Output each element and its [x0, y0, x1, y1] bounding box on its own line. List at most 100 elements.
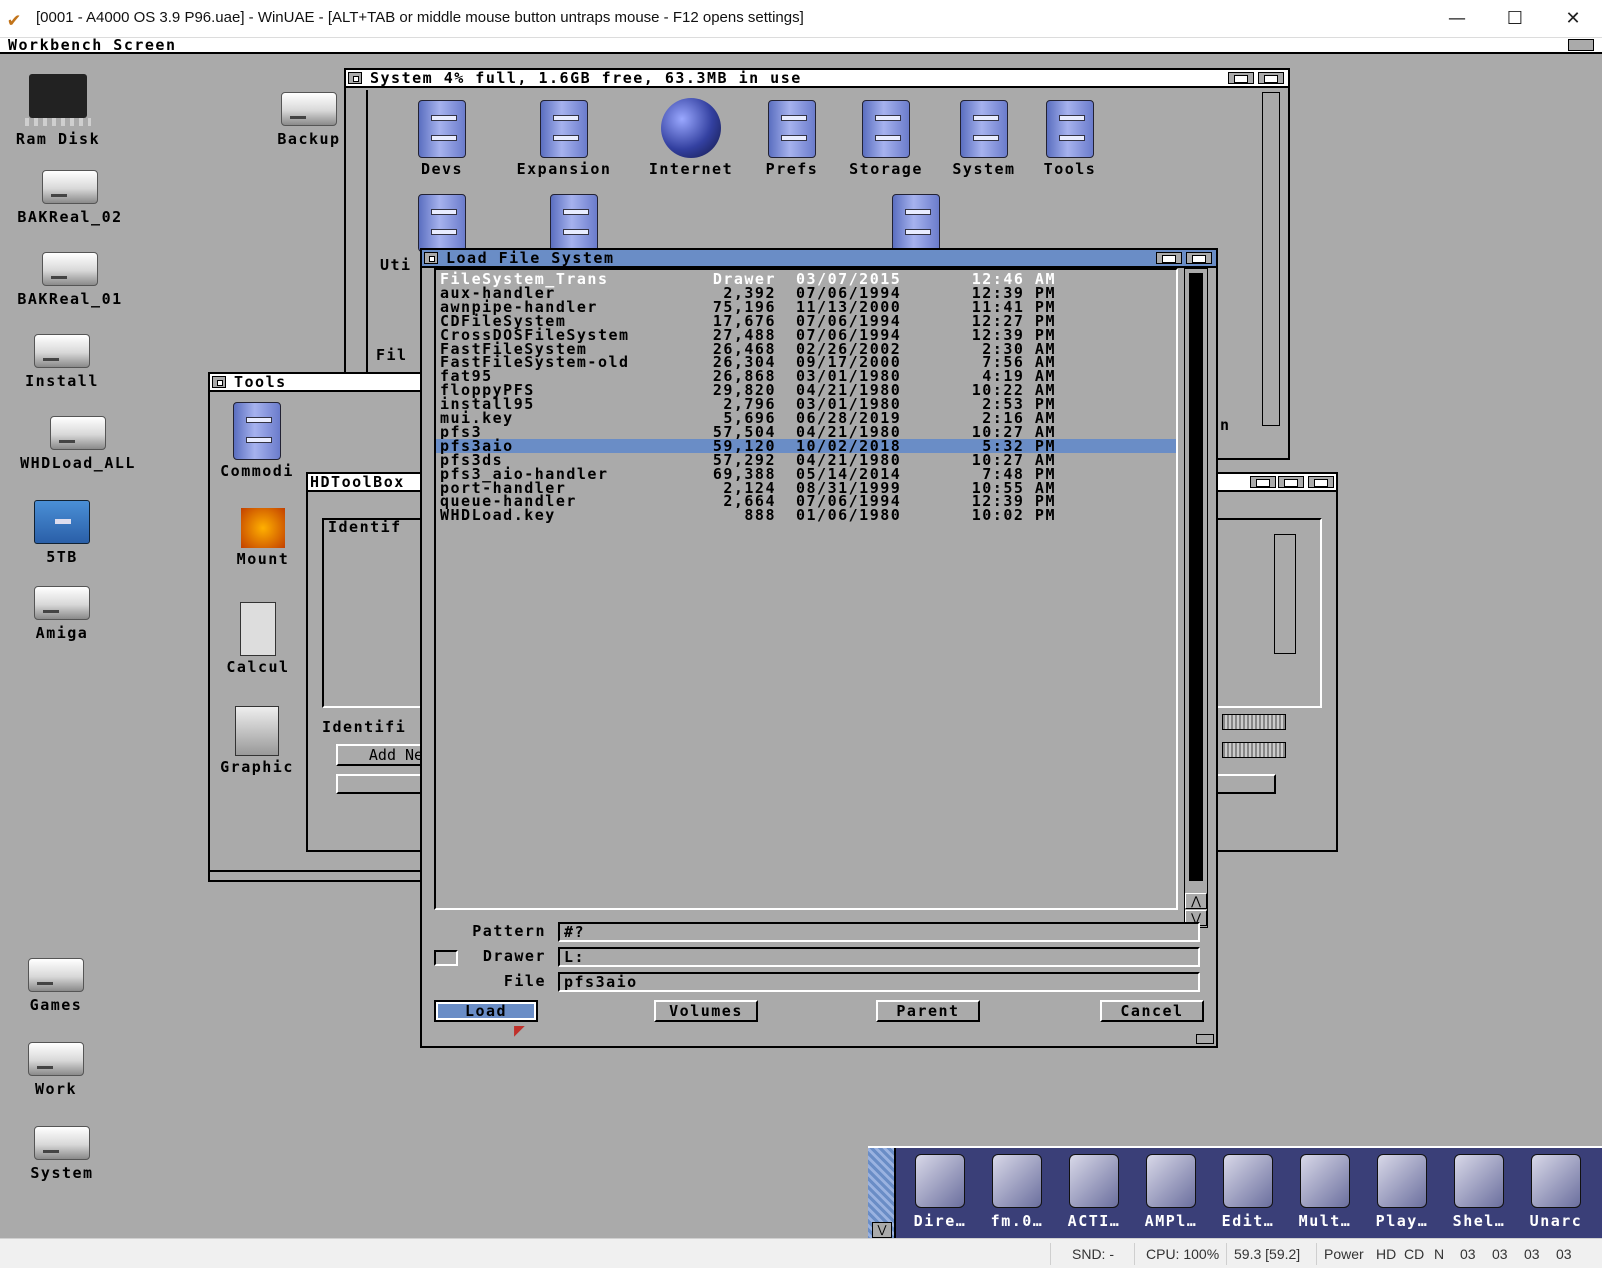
tool-label: Mount: [236, 550, 290, 568]
cabinet-icon: [418, 194, 466, 252]
amiga-screen: Workbench Screen Ram Disk BAKReal_02 BAK…: [0, 38, 1602, 1238]
cabinet-icon: [233, 402, 281, 460]
tool-calculator[interactable]: Calcul: [218, 602, 298, 676]
cabinet-icon: [550, 194, 598, 252]
drawer-tools[interactable]: Tools: [1032, 100, 1108, 178]
drawer-label: Tools: [1043, 160, 1097, 178]
drawer-internet[interactable]: Internet: [636, 98, 746, 178]
file-row[interactable]: WHDLoad.key 888 01/06/1980 10:02 PM: [436, 508, 1176, 523]
desktop-icon-label: Ram Disk: [15, 130, 101, 148]
drawer-input[interactable]: L:: [558, 947, 1200, 967]
drawer-label: System: [952, 160, 1016, 178]
pattern-input[interactable]: #?: [558, 922, 1200, 942]
desktop-icon-backup[interactable]: Backup: [264, 92, 354, 148]
harddisk-icon: [34, 586, 90, 620]
dock-item-shell[interactable]: Shel…: [1441, 1154, 1517, 1230]
size-gadget[interactable]: [1196, 1034, 1214, 1044]
dock-item-editor[interactable]: Edit…: [1210, 1154, 1286, 1230]
tool-mount[interactable]: Mount: [228, 508, 298, 568]
drawer-label: Expansion: [516, 160, 612, 178]
dock-bar: ⋁ Dire… fm.0… ACTI… AMPl… Edit… Mult… Play… She…: [868, 1146, 1602, 1238]
dock-item-label: ACTI…: [1067, 1212, 1121, 1230]
depth-gadget[interactable]: [1186, 252, 1212, 264]
tool-graphicdump[interactable]: Graphic: [212, 706, 302, 776]
separator: [1316, 1243, 1317, 1265]
drawer-storage[interactable]: Storage: [838, 100, 934, 178]
desktop-icon-bakreal-01[interactable]: BAKReal_01: [6, 252, 134, 308]
harddisk-icon: [50, 416, 106, 450]
desktop-icon-label: 5TB: [46, 548, 78, 566]
desktop-icon-label: Install: [25, 372, 99, 390]
drawer-devs[interactable]: Devs: [404, 100, 480, 178]
scroll-up-button[interactable]: ⋀: [1185, 893, 1207, 909]
file-list-scrollbar[interactable]: ⋀ ⋁: [1184, 268, 1208, 928]
check-icon: ✔: [8, 7, 21, 31]
drawer-unnamed-2[interactable]: [878, 194, 954, 252]
identify-column-header: Identif: [328, 518, 402, 536]
file-input[interactable]: pfs3aio: [558, 972, 1200, 992]
cancel-button[interactable]: Cancel: [1100, 1000, 1204, 1022]
desktop-icon-install[interactable]: Install: [12, 334, 112, 390]
screen-depth-gadget[interactable]: [1568, 39, 1594, 51]
zoom-gadget[interactable]: [1278, 476, 1304, 488]
drawer-label: Internet: [648, 160, 734, 178]
drawer-prefs[interactable]: Prefs: [754, 100, 830, 178]
close-gadget[interactable]: [424, 252, 438, 264]
sound-status: SND: -: [1072, 1246, 1114, 1262]
dock-item-label: Edit…: [1221, 1212, 1275, 1230]
maximize-button[interactable]: ☐: [1486, 0, 1544, 38]
drawer-system[interactable]: System: [942, 100, 1026, 178]
dock-item-directory-opus[interactable]: Dire…: [902, 1154, 978, 1230]
close-button[interactable]: ✕: [1544, 0, 1602, 38]
desktop-icon-label: Backup: [277, 130, 341, 148]
volumes-button[interactable]: Volumes: [654, 1000, 758, 1022]
minimize-button[interactable]: —: [1428, 0, 1486, 38]
dock-item-fm[interactable]: fm.0…: [979, 1154, 1055, 1230]
harddisk-icon: [28, 1042, 84, 1076]
requester-titlebar[interactable]: Load File System: [422, 249, 1216, 268]
dock-item-multiview[interactable]: Mult…: [1287, 1154, 1363, 1230]
parent-button[interactable]: Parent: [876, 1000, 980, 1022]
harddisk-icon: [281, 92, 337, 126]
drive-3-led: 03: [1556, 1246, 1572, 1262]
tool-commodities[interactable]: Commodi: [212, 402, 302, 480]
drawer-unnamed-1[interactable]: [536, 194, 612, 252]
close-gadget[interactable]: [212, 376, 226, 388]
system-window-titlebar[interactable]: System 4% full, 1.6GB free, 63.3MB in us…: [346, 69, 1288, 88]
desktop-icon-amiga[interactable]: Amiga: [12, 586, 112, 642]
zoom-gadget[interactable]: [1156, 252, 1182, 264]
scrollbar-knob[interactable]: [1189, 273, 1203, 881]
desktop-icon-whdload-all[interactable]: WHDLoad_ALL: [8, 416, 148, 472]
dock-item-unarc[interactable]: Unarc: [1518, 1154, 1594, 1230]
desktop-icon-ram-disk[interactable]: Ram Disk: [8, 74, 108, 148]
desktop-icon-work[interactable]: Work: [6, 1042, 106, 1098]
tools-window-hscroll[interactable]: [210, 870, 442, 880]
dock-item-label: fm.0…: [990, 1212, 1044, 1230]
desktop-icon-bakreal-02[interactable]: BAKReal_02: [6, 170, 134, 226]
tools-window-titlebar[interactable]: Tools: [210, 373, 442, 392]
hd-led: HD: [1376, 1246, 1397, 1262]
depth-gadget[interactable]: [1308, 476, 1334, 488]
hdtoolbox-scrollbar[interactable]: [1274, 534, 1296, 654]
dock-item-label: Unarc: [1529, 1212, 1583, 1230]
dock-collapse-icon[interactable]: ⋁: [872, 1222, 892, 1238]
load-button[interactable]: Load: [434, 1000, 538, 1022]
depth-gadget[interactable]: [1258, 72, 1284, 84]
zoom-gadget[interactable]: [1228, 72, 1254, 84]
speedometer-icon: [915, 1154, 965, 1208]
drawer-label: Storage: [849, 160, 923, 178]
drawer-expansion[interactable]: Expansion: [494, 100, 634, 178]
iconify-gadget[interactable]: [1250, 476, 1276, 488]
dock-item-action[interactable]: ACTI…: [1056, 1154, 1132, 1230]
file-list[interactable]: FileSystem_Trans Drawer 03/07/2015 12:46 AM…: [434, 268, 1178, 910]
dock-drag-handle[interactable]: ⋁: [868, 1148, 896, 1238]
desktop-icon-games[interactable]: Games: [6, 958, 106, 1014]
desktop-icon-system[interactable]: System: [12, 1126, 112, 1182]
close-gadget[interactable]: [348, 72, 362, 84]
drawer-utilities[interactable]: [404, 194, 480, 252]
globe-icon: [661, 98, 721, 158]
dock-item-player[interactable]: Play…: [1364, 1154, 1440, 1230]
desktop-icon-5tb[interactable]: 5TB: [12, 500, 112, 566]
dock-item-amplifier[interactable]: AMPl…: [1133, 1154, 1209, 1230]
system-window-scrollbar[interactable]: [1262, 92, 1280, 426]
